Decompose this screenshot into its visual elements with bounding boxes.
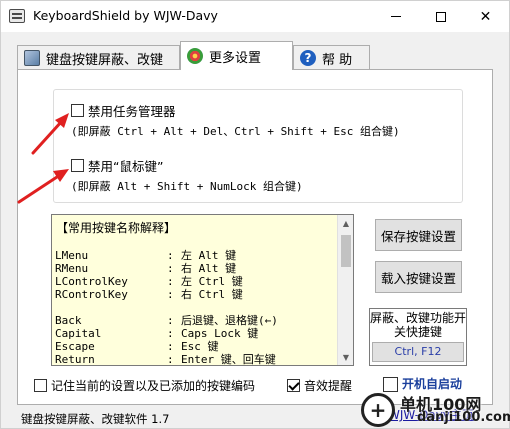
sound-alert-checkbox[interactable] <box>287 379 300 392</box>
tab-more-settings[interactable]: 更多设置 <box>180 41 293 70</box>
disable-task-manager-label[interactable]: 禁用任务管理器 <box>88 101 176 120</box>
app-window: KeyboardShield by WJW-Davy ✕ 键盘按键屏蔽、改键 更… <box>0 0 510 429</box>
vertical-scrollbar[interactable]: ▲ ▼ <box>337 215 353 365</box>
keyboard-icon <box>24 50 40 66</box>
hotkey-value-button[interactable]: Ctrl, F12 <box>372 342 464 362</box>
disable-mouse-keys-label[interactable]: 禁用“鼠标键” <box>88 156 163 175</box>
maximize-icon <box>435 11 446 22</box>
status-bar-text: 键盘按键屏蔽、改键软件 1.7 <box>21 412 170 426</box>
sound-alert-label[interactable]: 音效提醒 <box>304 377 352 394</box>
close-button[interactable]: ✕ <box>463 1 508 32</box>
settings-globe-icon <box>187 48 203 64</box>
help-icon: ? <box>300 50 316 66</box>
maximize-button[interactable] <box>418 1 463 32</box>
key-names-header: 【常用按键名称解释】 <box>56 221 177 235</box>
disable-mouse-keys-note: (即屏蔽 Alt + Shift + NumLock 组合键) <box>71 180 303 193</box>
remember-settings-checkbox[interactable] <box>34 379 47 392</box>
key-name-row: RControlKey: 右 Ctrl 键 <box>55 288 243 301</box>
tab-label: 键盘按键屏蔽、改键 <box>46 52 164 68</box>
hotkey-title: 屏蔽、改键功能开关快捷键 <box>370 311 467 339</box>
minimize-button[interactable] <box>373 1 418 32</box>
title-bar: KeyboardShield by WJW-Davy ✕ <box>1 1 509 32</box>
minimize-icon <box>390 16 401 17</box>
tab-label: 帮 助 <box>322 52 353 68</box>
tab-help[interactable]: ? 帮 助 <box>293 45 370 70</box>
red-arrow-icon <box>31 113 69 155</box>
autostart-label[interactable]: 开机自启动 <box>402 375 462 392</box>
load-settings-button[interactable]: 载入按键设置 <box>375 261 462 293</box>
keyboard-app-icon <box>9 9 25 23</box>
key-names-textbox[interactable]: 【常用按键名称解释】 LMenu: 左 Alt 键 RMenu: 右 Alt 键 L… <box>51 214 354 366</box>
autostart-checkbox[interactable] <box>383 377 398 392</box>
disable-task-manager-note: (即屏蔽 Ctrl + Alt + Del、Ctrl + Shift + Esc… <box>71 125 400 138</box>
scrollbar-thumb[interactable] <box>341 235 351 267</box>
tab-label: 更多设置 <box>209 50 262 66</box>
save-settings-button[interactable]: 保存按键设置 <box>375 219 462 251</box>
scroll-down-icon[interactable]: ▼ <box>338 349 353 365</box>
window-title: KeyboardShield by WJW-Davy <box>33 8 218 23</box>
watermark-url: danji100.com <box>417 410 510 425</box>
scroll-up-icon[interactable]: ▲ <box>338 215 353 231</box>
hotkey-box: 屏蔽、改键功能开关快捷键 Ctrl, F12 <box>369 308 467 366</box>
key-name-row: Return: Enter 键、回车键 <box>55 353 276 366</box>
close-icon: ✕ <box>479 8 492 25</box>
remember-settings-label[interactable]: 记住当前的设置以及已添加的按键编码 <box>51 377 255 394</box>
tab-key-remap[interactable]: 键盘按键屏蔽、改键 <box>17 45 180 70</box>
red-arrow-icon <box>17 169 69 204</box>
watermark-logo-icon: + <box>361 393 395 427</box>
